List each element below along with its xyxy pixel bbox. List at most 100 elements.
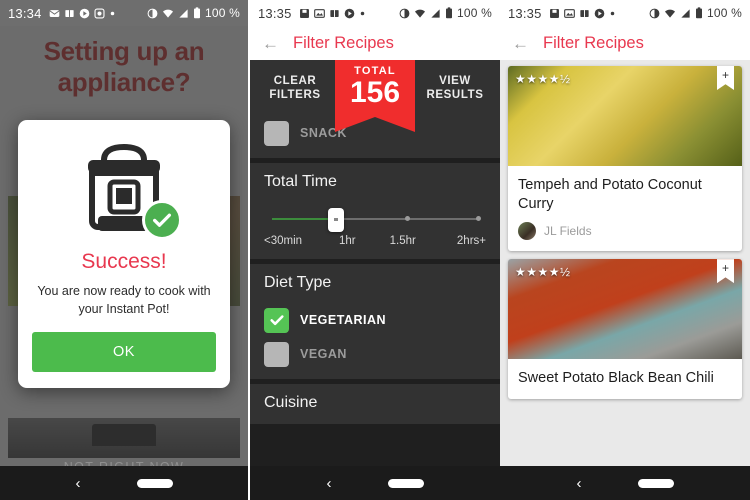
- back-arrow-icon[interactable]: ←: [512, 35, 529, 52]
- dialog-title: Success!: [81, 250, 167, 273]
- filter-scroll-area[interactable]: CLEAR FILTERS TOTAL 156 VIEW RESULTS SNA…: [250, 60, 500, 466]
- dot-icon: [359, 10, 366, 17]
- battery-icon: [193, 7, 201, 19]
- system-nav-bar: ‹: [250, 466, 500, 500]
- total-badge-count: 156: [349, 76, 401, 109]
- filter-action-row: CLEAR FILTERS TOTAL 156 VIEW RESULTS: [264, 60, 486, 131]
- nav-home-pill[interactable]: [387, 478, 424, 488]
- status-bar-notification-icons: [549, 8, 616, 19]
- recipe-author-name: JL Fields: [544, 224, 592, 239]
- screenshot-triptych: 13:34 100 % Setting up an appliance? NOT…: [0, 0, 750, 500]
- play-icon: [79, 8, 90, 19]
- status-bar-system-icons: 100 %: [147, 6, 240, 20]
- recipe-card[interactable]: ★★★★½ + Tempeh and Potato Coconut Curry …: [508, 66, 742, 252]
- recipe-author: JL Fields: [518, 222, 732, 241]
- rating-stars: ★★★★½: [515, 265, 571, 280]
- dnd-icon: [649, 8, 660, 19]
- checkbox-row-vegetarian[interactable]: VEGETARIAN: [264, 307, 486, 333]
- recipe-title: Sweet Potato Black Bean Chili: [518, 370, 714, 387]
- nav-back-icon[interactable]: ‹: [577, 476, 582, 491]
- recipe-meta: Sweet Potato Black Bean Chili: [508, 359, 742, 399]
- cuisine-card: Cuisine: [250, 383, 500, 424]
- page-title: Filter Recipes: [293, 33, 394, 52]
- status-bar: 13:35 100 %: [250, 0, 500, 26]
- checkbox-label: VEGAN: [300, 347, 347, 361]
- wifi-icon: [414, 8, 426, 19]
- recipe-meta: Tempeh and Potato Coconut Curry JL Field…: [508, 166, 742, 251]
- battery-icon: [445, 7, 453, 19]
- slider-tick-labels: <30min 1hr 1.5hr 2hrs+: [264, 235, 486, 247]
- total-time-card: Total Time <30min 1hr 1.5hr 2hrs+: [250, 162, 500, 259]
- instant-pot-icon: [68, 140, 182, 244]
- checkbox-row-vegan[interactable]: VEGAN: [264, 341, 486, 367]
- recipe-photo: ★★★★½ +: [508, 66, 742, 166]
- total-results-badge: TOTAL 156: [335, 60, 415, 131]
- wifi-icon: [162, 8, 174, 19]
- screen-filter-recipes: 13:35 100 % ← Filter Recipes CLEAR FILTE…: [250, 0, 500, 500]
- section-title-cuisine: Cuisine: [264, 393, 318, 411]
- recipe-card[interactable]: ★★★★½ + Sweet Potato Black Bean Chili: [508, 259, 742, 399]
- save-icon: [299, 8, 310, 19]
- status-bar-time: 13:34: [8, 5, 42, 21]
- ok-button[interactable]: OK: [32, 332, 216, 373]
- recipe-photo: ★★★★½ +: [508, 259, 742, 360]
- slider-label: <30min: [264, 234, 303, 247]
- status-bar-notification-icons: [299, 8, 366, 19]
- sms-icon: [48, 8, 60, 19]
- screen-filtered-results: 13:35 100 % ← Filter Recipes ★★★★½ + Tem…: [500, 0, 750, 500]
- camera-icon: [94, 7, 105, 19]
- photo-icon: [313, 8, 325, 19]
- checkbox-label: VEGETARIAN: [300, 313, 387, 327]
- bookmark-add-icon[interactable]: +: [717, 66, 734, 90]
- total-time-slider[interactable]: [272, 207, 481, 233]
- success-check-icon: [142, 200, 182, 240]
- diet-type-card: Diet Type VEGETARIAN VEGAN: [250, 263, 500, 379]
- bookmark-add-icon[interactable]: +: [717, 259, 734, 284]
- system-nav-bar: ‹: [500, 466, 750, 500]
- signal-icon: [430, 8, 441, 19]
- photo-icon: [563, 8, 575, 19]
- dot-icon: [609, 10, 616, 17]
- battery-percent: 100 %: [706, 6, 742, 20]
- status-bar-time: 13:35: [258, 5, 292, 21]
- meal-type-card: CLEAR FILTERS TOTAL 156 VIEW RESULTS SNA…: [250, 60, 500, 158]
- checkbox-checked-icon[interactable]: [264, 307, 289, 333]
- status-bar-system-icons: 100 %: [399, 6, 492, 20]
- dialog-message: You are now ready to cook with your Inst…: [37, 284, 211, 317]
- rating-stars: ★★★★½: [515, 72, 571, 86]
- back-arrow-icon[interactable]: ←: [262, 35, 279, 52]
- dnd-icon: [147, 8, 158, 19]
- slider-tick-dot: [476, 215, 481, 221]
- slider-label: 1hr: [338, 234, 356, 247]
- nav-home-pill[interactable]: [637, 478, 674, 488]
- screen-appliance-setup: 13:34 100 % Setting up an appliance? NOT…: [0, 0, 248, 500]
- section-title-total-time: Total Time: [264, 172, 337, 190]
- app-bar: ← Filter Recipes: [250, 26, 500, 60]
- signal-icon: [178, 8, 189, 19]
- status-bar: 13:35 100 %: [500, 0, 750, 26]
- avatar: [518, 222, 536, 241]
- battery-icon: [695, 7, 703, 19]
- view-results-button[interactable]: VIEW RESULTS: [424, 70, 486, 103]
- page-title: Filter Recipes: [543, 33, 644, 52]
- signal-icon: [680, 8, 691, 19]
- checkbox-unchecked-icon[interactable]: [264, 341, 289, 367]
- recipe-title: Tempeh and Potato Coconut Curry: [518, 177, 702, 212]
- book-icon: [579, 8, 590, 19]
- clear-filters-button[interactable]: CLEAR FILTERS: [264, 70, 326, 103]
- save-icon: [549, 8, 560, 19]
- status-bar-system-icons: 100 %: [649, 6, 742, 20]
- section-title-diet-type: Diet Type: [264, 273, 332, 291]
- recipe-list[interactable]: ★★★★½ + Tempeh and Potato Coconut Curry …: [500, 60, 750, 466]
- dnd-icon: [399, 8, 410, 19]
- nav-back-icon[interactable]: ‹: [76, 476, 81, 491]
- play-icon: [344, 8, 355, 19]
- app-bar: ← Filter Recipes: [500, 26, 750, 60]
- status-bar: 13:34 100 %: [0, 0, 248, 26]
- nav-home-pill[interactable]: [136, 478, 173, 488]
- checkbox-unchecked-icon[interactable]: [264, 120, 289, 146]
- slider-thumb[interactable]: [327, 207, 344, 232]
- nav-back-icon[interactable]: ‹: [327, 476, 332, 491]
- slider-tick-dot: [404, 215, 410, 221]
- slider-label: 2hrs+: [456, 234, 486, 247]
